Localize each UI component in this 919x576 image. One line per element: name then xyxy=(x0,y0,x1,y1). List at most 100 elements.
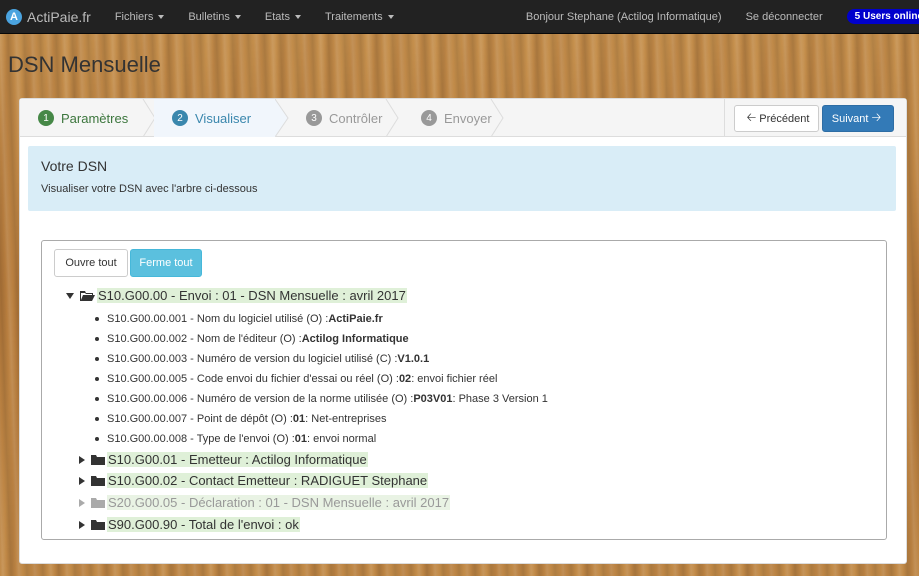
collapse-all-button[interactable]: Ferme tout xyxy=(130,249,202,277)
menu-bulletins[interactable]: Bulletins xyxy=(176,0,253,34)
tree-leaf: S10.G00.00.003 - Numéro de version du lo… xyxy=(95,353,429,365)
tree-node-label: S10.G00.00 - Envoi : 01 - DSN Mensuelle … xyxy=(97,288,407,303)
leaf-value: ActiPaie.fr xyxy=(328,313,383,325)
tree-node-root[interactable]: S10.G00.00 - Envoi : 01 - DSN Mensuelle … xyxy=(66,288,407,303)
leaf-field: S10.G00.00.007 - Point de dépôt (O) : xyxy=(107,413,293,425)
leaf-desc: : Net-entreprises xyxy=(305,413,387,425)
tree-leaf: S10.G00.00.006 - Numéro de version de la… xyxy=(95,393,548,405)
caret-down-icon xyxy=(158,14,165,19)
leaf-field: S10.G00.00.002 - Nom de l'éditeur (O) : xyxy=(107,333,302,345)
tree-node-label: S10.G00.02 - Contact Emetteur : RADIGUET… xyxy=(107,473,429,488)
actipaie-logo-icon: A xyxy=(6,8,22,25)
tree-leaf: S10.G00.00.008 - Type de l'envoi (O) : 0… xyxy=(95,433,376,445)
leaf-value: 01 xyxy=(292,413,306,425)
leaf-value: P03V01 xyxy=(413,393,453,405)
bullet-icon xyxy=(95,317,99,321)
logout-link[interactable]: Se déconnecter xyxy=(734,0,835,34)
leaf-field: S10.G00.00.008 - Type de l'envoi (O) : xyxy=(107,433,295,445)
caret-right-icon[interactable] xyxy=(79,498,85,507)
brand-name: ActiPaie.fr xyxy=(27,8,91,25)
tree-node-label: S90.G00.90 - Total de l'envoi : ok xyxy=(107,517,300,532)
menu-label: Traitements xyxy=(324,10,383,23)
step-envoyer[interactable]: 4 Envoyer xyxy=(403,99,503,137)
step-label: Paramètres xyxy=(61,110,129,126)
bullet-icon xyxy=(95,437,99,441)
expand-all-button[interactable]: Ouvre tout xyxy=(54,249,128,277)
caret-down-icon[interactable] xyxy=(66,292,74,299)
folder-icon xyxy=(91,475,105,486)
steps-divider xyxy=(724,99,725,137)
menu-fichiers[interactable]: Fichiers xyxy=(103,0,177,34)
tree-leaf: S10.G00.00.005 - Code envoi du fichier d… xyxy=(95,373,497,385)
leaf-desc: : envoi fichier réel xyxy=(411,373,498,385)
tree-node-label: S10.G00.01 - Emetteur : Actilog Informat… xyxy=(107,452,368,467)
tree-node-contact[interactable]: S10.G00.02 - Contact Emetteur : RADIGUET… xyxy=(79,473,429,488)
leaf-value: 01 xyxy=(294,433,308,445)
step-separator-icon xyxy=(490,99,504,137)
previous-button[interactable]: 🡠 Précédent xyxy=(734,105,819,132)
bullet-icon xyxy=(95,377,99,381)
leaf-field: S10.G00.00.006 - Numéro de version de la… xyxy=(107,393,414,405)
tree-leaf: S10.G00.00.001 - Nom du logiciel utilisé… xyxy=(95,313,383,325)
tree-node-total[interactable]: S90.G00.90 - Total de l'envoi : ok xyxy=(79,517,300,532)
menu-label: Fichiers xyxy=(114,10,154,23)
step-label: Contrôler xyxy=(329,110,383,126)
caret-right-icon[interactable] xyxy=(79,455,85,464)
bullet-icon xyxy=(95,417,99,421)
dsn-wizard: 1 Paramètres 2 Visualiser 3 Contrôler 4 … xyxy=(19,98,907,564)
step-parametres[interactable]: 1 Paramètres xyxy=(20,99,145,137)
step-label: Visualiser xyxy=(195,110,252,126)
menu-label: Etats xyxy=(264,10,290,23)
menu-traitements[interactable]: Traitements xyxy=(313,0,406,34)
next-button[interactable]: Suivant 🡢 xyxy=(822,105,894,132)
leaf-field: S10.G00.00.001 - Nom du logiciel utilisé… xyxy=(107,313,329,325)
leaf-desc: : envoi normal xyxy=(307,433,377,445)
caret-right-icon[interactable] xyxy=(79,520,85,529)
folder-icon xyxy=(91,454,105,465)
step-controler[interactable]: 3 Contrôler xyxy=(288,99,398,137)
step-separator-icon xyxy=(275,99,289,137)
caret-down-icon xyxy=(387,14,394,19)
brand[interactable]: A ActiPaie.fr xyxy=(6,8,91,25)
leaf-desc: : Phase 3 Version 1 xyxy=(452,393,548,405)
tree-node-label: S20.G00.05 - Déclaration : 01 - DSN Mens… xyxy=(107,495,451,510)
online-users-badge: 5 Users online xyxy=(846,9,919,24)
tree-leaf: S10.G00.00.007 - Point de dépôt (O) : 01… xyxy=(95,413,386,425)
step-number: 2 xyxy=(172,110,188,126)
user-greeting[interactable]: Bonjour Stephane (Actilog Informatique) xyxy=(514,0,734,34)
step-label: Envoyer xyxy=(444,110,492,126)
bullet-icon xyxy=(95,397,99,401)
menu-label: Bulletins xyxy=(188,10,230,23)
tree-leaf: S10.G00.00.002 - Nom de l'éditeur (O) : … xyxy=(95,333,409,345)
info-alert: Votre DSN Visualiser votre DSN avec l'ar… xyxy=(28,146,896,211)
leaf-field: S10.G00.00.005 - Code envoi du fichier d… xyxy=(107,373,399,385)
arrow-right-icon: 🡢 xyxy=(871,110,882,124)
bullet-icon xyxy=(95,357,99,361)
top-navbar: A ActiPaie.fr Fichiers Bulletins Etats T… xyxy=(0,0,919,34)
wizard-steps: 1 Paramètres 2 Visualiser 3 Contrôler 4 … xyxy=(20,99,906,137)
folder-icon xyxy=(91,519,105,530)
step-separator-icon xyxy=(385,99,399,137)
caret-down-icon xyxy=(294,14,301,19)
page-title: DSN Mensuelle xyxy=(8,52,161,77)
caret-right-icon[interactable] xyxy=(79,476,85,485)
leaf-field: S10.G00.00.003 - Numéro de version du lo… xyxy=(107,353,398,365)
info-text: Visualiser votre DSN avec l'arbre ci-des… xyxy=(41,183,258,195)
info-title: Votre DSN xyxy=(41,158,108,174)
next-label: Suivant xyxy=(831,112,869,125)
arrow-left-icon: 🡠 xyxy=(746,110,757,124)
dsn-tree: Ouvre tout Ferme tout S10.G00.00 - Envoi… xyxy=(41,240,887,540)
previous-label: Précédent xyxy=(759,112,810,125)
folder-open-icon xyxy=(80,290,95,301)
bullet-icon xyxy=(95,337,99,341)
caret-down-icon xyxy=(234,14,241,19)
step-number: 4 xyxy=(421,110,437,126)
tree-node-declaration[interactable]: S20.G00.05 - Déclaration : 01 - DSN Mens… xyxy=(79,495,451,510)
step-number: 3 xyxy=(306,110,322,126)
leaf-value: V1.0.1 xyxy=(397,353,430,365)
tree-node-emetteur[interactable]: S10.G00.01 - Emetteur : Actilog Informat… xyxy=(79,452,368,467)
step-visualiser[interactable]: 2 Visualiser xyxy=(154,99,276,137)
leaf-value: Actilog Informatique xyxy=(301,333,409,345)
folder-icon xyxy=(91,497,105,508)
menu-etats[interactable]: Etats xyxy=(253,0,313,34)
